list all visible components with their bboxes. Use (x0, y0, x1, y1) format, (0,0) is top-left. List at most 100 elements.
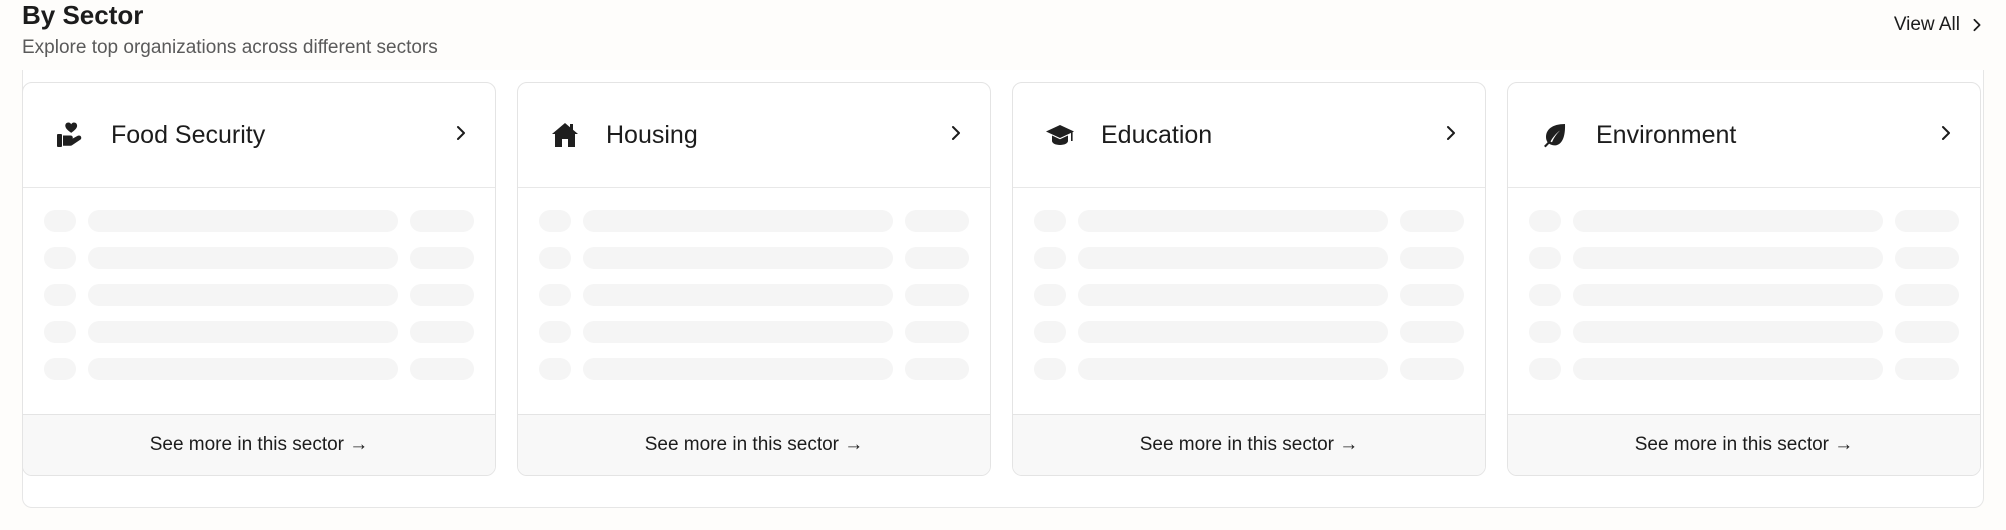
skeleton-row (539, 247, 969, 269)
skeleton-block (905, 247, 969, 269)
skeleton-block (1895, 284, 1959, 306)
sector-card-education: Education See more in this sector → (1012, 82, 1486, 476)
skeleton-row (1034, 321, 1464, 343)
skeleton-block (1400, 210, 1464, 232)
skeleton-block (1077, 284, 1389, 306)
skeleton-block (1529, 247, 1561, 269)
chevron-right-icon (453, 125, 469, 146)
graduation-cap-icon (1045, 120, 1075, 150)
sector-card-title: Housing (606, 120, 698, 149)
skeleton-block (1400, 284, 1464, 306)
skeleton-block (1400, 358, 1464, 380)
sector-card-header[interactable]: Environment (1508, 83, 1980, 188)
loading-skeleton (1508, 188, 1980, 380)
skeleton-block (1034, 284, 1066, 306)
leaf-icon (1540, 120, 1570, 150)
chevron-right-icon (948, 125, 964, 146)
skeleton-block (1034, 321, 1066, 343)
section-subtitle: Explore top organizations across differe… (22, 37, 438, 58)
by-sector-section: By Sector Explore top organizations acro… (22, 0, 1984, 510)
skeleton-block (1895, 210, 1959, 232)
skeleton-row (44, 210, 474, 232)
skeleton-block (410, 358, 474, 380)
skeleton-block (44, 321, 76, 343)
skeleton-block (905, 321, 969, 343)
view-all-label: View All (1893, 14, 1960, 35)
skeleton-block (87, 321, 399, 343)
sector-card-header[interactable]: Education (1013, 83, 1485, 188)
view-all-link[interactable]: View All (1894, 14, 1984, 36)
sector-card-title: Food Security (111, 120, 266, 149)
loading-skeleton (23, 188, 495, 380)
skeleton-block (87, 358, 399, 380)
sector-card-header[interactable]: Housing (518, 83, 990, 188)
see-more-button[interactable]: See more in this sector → (518, 414, 990, 475)
skeleton-block (44, 247, 76, 269)
sector-card-header[interactable]: Food Security (23, 83, 495, 188)
skeleton-block (87, 247, 399, 269)
skeleton-row (539, 210, 969, 232)
skeleton-block (410, 284, 474, 306)
skeleton-block (539, 284, 571, 306)
skeleton-block (44, 210, 76, 232)
skeleton-block (1400, 247, 1464, 269)
skeleton-block (1895, 247, 1959, 269)
skeleton-block (1077, 210, 1389, 232)
skeleton-block (410, 247, 474, 269)
skeleton-block (1077, 358, 1389, 380)
chevron-right-icon (1973, 18, 1981, 32)
skeleton-block (905, 210, 969, 232)
skeleton-row (1529, 321, 1959, 343)
skeleton-block (1572, 284, 1884, 306)
skeleton-block (1529, 284, 1561, 306)
skeleton-row (44, 321, 474, 343)
sector-card-title: Education (1101, 120, 1213, 149)
sector-card-food-security: Food Security See more in this sector → (22, 82, 496, 476)
skeleton-row (44, 358, 474, 380)
skeleton-block (1572, 210, 1884, 232)
section-title: By Sector (22, 0, 144, 30)
sector-card-environment: Environment See more in this sector → (1507, 82, 1981, 476)
skeleton-block (539, 210, 571, 232)
sector-cards: Food Security See more in this sector → (22, 82, 1981, 476)
see-more-button[interactable]: See more in this sector → (1013, 414, 1485, 475)
chevron-right-icon (1938, 125, 1954, 146)
skeleton-block (539, 358, 571, 380)
skeleton-block (582, 321, 894, 343)
loading-skeleton (1013, 188, 1485, 380)
house-icon (550, 120, 580, 150)
skeleton-block (410, 321, 474, 343)
skeleton-block (539, 321, 571, 343)
skeleton-block (905, 284, 969, 306)
skeleton-row (1034, 247, 1464, 269)
skeleton-row (1034, 210, 1464, 232)
skeleton-block (1895, 321, 1959, 343)
see-more-button[interactable]: See more in this sector → (1508, 414, 1980, 475)
skeleton-block (1034, 247, 1066, 269)
skeleton-block (1572, 358, 1884, 380)
skeleton-block (1034, 210, 1066, 232)
skeleton-block (1529, 321, 1561, 343)
skeleton-block (87, 210, 399, 232)
skeleton-block (582, 284, 894, 306)
see-more-button[interactable]: See more in this sector → (23, 414, 495, 475)
skeleton-block (1529, 358, 1561, 380)
skeleton-row (44, 284, 474, 306)
skeleton-row (539, 284, 969, 306)
skeleton-row (44, 247, 474, 269)
skeleton-block (905, 358, 969, 380)
skeleton-block (1895, 358, 1959, 380)
skeleton-block (582, 247, 894, 269)
sector-card-housing: Housing See more in this sector → (517, 82, 991, 476)
skeleton-block (1572, 247, 1884, 269)
chevron-right-icon (1443, 125, 1459, 146)
skeleton-block (1034, 358, 1066, 380)
skeleton-block (44, 358, 76, 380)
skeleton-block (1077, 321, 1389, 343)
skeleton-block (87, 284, 399, 306)
skeleton-row (1034, 358, 1464, 380)
skeleton-row (1034, 284, 1464, 306)
skeleton-row (1529, 210, 1959, 232)
skeleton-block (582, 210, 894, 232)
skeleton-block (1077, 247, 1389, 269)
